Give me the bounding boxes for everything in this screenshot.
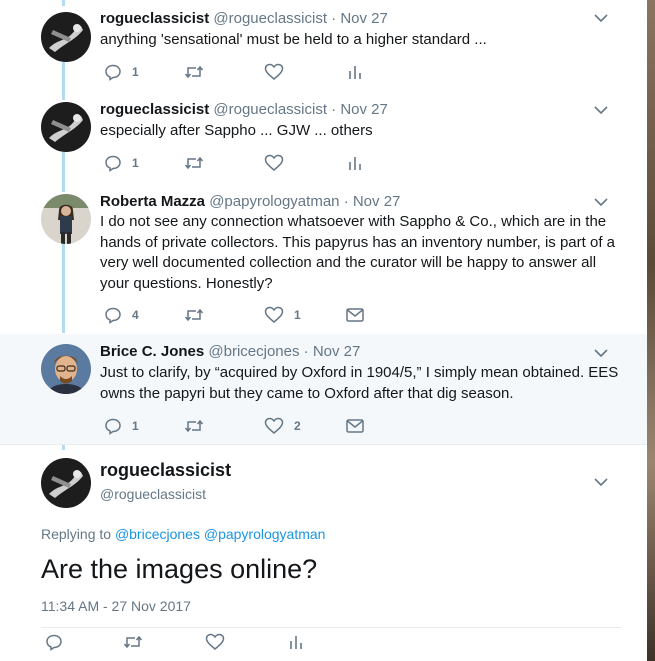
retweet-icon [123,635,143,649]
reply-icon [105,155,121,172]
heart-icon [205,633,225,650]
tweet-text: anything 'sensational' must be held to a… [100,31,487,48]
replying-to: Replying to @bricecjones @papyrologyatma… [41,526,325,542]
chevron-down-icon[interactable] [593,476,609,488]
tweet-text: I do not see any connection whatsoever w… [100,213,615,292]
heart-icon [264,306,284,323]
desktop-background [647,0,655,661]
heart-icon [264,154,284,171]
focused-author-handle[interactable]: @rogueclassicist [100,486,206,502]
tweet-item[interactable]: Brice C. Jones @bricecjones · Nov 27 Jus… [0,334,647,444]
reply-count: 4 [132,308,139,322]
author-handle[interactable]: @papyrologyatman [209,193,339,210]
like-button[interactable]: 2 [264,415,301,437]
retweet-button[interactable] [123,631,143,653]
divider [41,627,621,628]
reply-count: 1 [132,419,139,433]
tweet-date[interactable]: · Nov 27 [331,10,388,27]
tweet-item[interactable]: Roberta Mazza @papyrologyatman · Nov 27 … [0,184,647,334]
tweet-date[interactable]: · Nov 27 [331,101,388,118]
avatar[interactable] [41,458,91,508]
retweet-button[interactable] [184,304,204,326]
author-name[interactable]: rogueclassicist [100,10,209,27]
retweet-button[interactable] [184,61,204,83]
avatar[interactable] [41,344,91,394]
divider [0,444,647,445]
avatar[interactable] [41,194,91,244]
author-handle[interactable]: @bricecjones [208,343,299,360]
reply-button[interactable]: 1 [104,152,139,174]
heart-icon [264,417,284,434]
focused-tweet-text: Are the images online? [41,554,318,584]
author-name[interactable]: Brice C. Jones [100,343,204,360]
reply-count: 1 [132,156,139,170]
retweet-button[interactable] [184,152,204,174]
reply-icon [105,64,121,81]
like-button[interactable] [205,631,225,653]
like-button[interactable] [264,61,284,83]
chevron-down-icon[interactable] [593,12,609,24]
like-button[interactable] [264,152,284,174]
envelope-icon [346,308,364,322]
mention-link[interactable]: @papyrologyatman [204,526,326,542]
tweet-thread-panel[interactable]: rogueclassicist @rogueclassicist · Nov 2… [0,0,647,661]
analytics-icon [290,636,302,649]
analytics-button[interactable] [289,631,303,653]
envelope-icon [346,419,364,433]
mention-link[interactable]: @bricecjones [115,526,200,542]
reply-icon [105,307,121,324]
heart-icon [264,63,284,80]
reply-icon [46,634,62,651]
reply-button[interactable]: 1 [104,61,139,83]
tweet-item[interactable]: rogueclassicist @rogueclassicist · Nov 2… [0,0,647,92]
direct-message-button[interactable] [345,304,365,326]
analytics-button[interactable] [348,61,362,83]
reply-button[interactable] [45,631,63,653]
reply-button[interactable]: 4 [104,304,139,326]
author-name[interactable]: rogueclassicist [100,101,209,118]
retweet-icon [184,308,204,322]
direct-message-button[interactable] [345,415,365,437]
like-button[interactable]: 1 [264,304,301,326]
retweet-button[interactable] [184,415,204,437]
analytics-icon [349,66,361,79]
retweet-icon [184,65,204,79]
like-count: 1 [294,308,301,322]
tweet-item[interactable]: rogueclassicist @rogueclassicist · Nov 2… [0,92,647,184]
like-count: 2 [294,419,301,433]
reply-button[interactable]: 1 [104,415,139,437]
author-name[interactable]: Roberta Mazza [100,193,205,210]
analytics-button[interactable] [348,152,362,174]
tweet-text: especially after Sappho ... GJW ... othe… [100,122,373,139]
chevron-down-icon[interactable] [593,104,609,116]
author-handle[interactable]: @rogueclassicist [213,10,327,27]
avatar[interactable] [41,102,91,152]
avatar[interactable] [41,12,91,62]
tweet-date[interactable]: · Nov 27 [304,343,361,360]
tweet-date[interactable]: · Nov 27 [344,193,401,210]
reply-icon [105,418,121,435]
retweet-icon [184,419,204,433]
chevron-down-icon[interactable] [593,347,609,359]
retweet-icon [184,156,204,170]
analytics-icon [349,157,361,170]
author-handle[interactable]: @rogueclassicist [213,101,327,118]
tweet-text: Just to clarify, by “acquired by Oxford … [100,364,619,402]
chevron-down-icon[interactable] [593,196,609,208]
focused-author-name[interactable]: rogueclassicist [100,460,231,481]
reply-count: 1 [132,65,139,79]
replying-label: Replying to [41,526,112,542]
tweet-timestamp[interactable]: 11:34 AM - 27 Nov 2017 [41,598,191,614]
